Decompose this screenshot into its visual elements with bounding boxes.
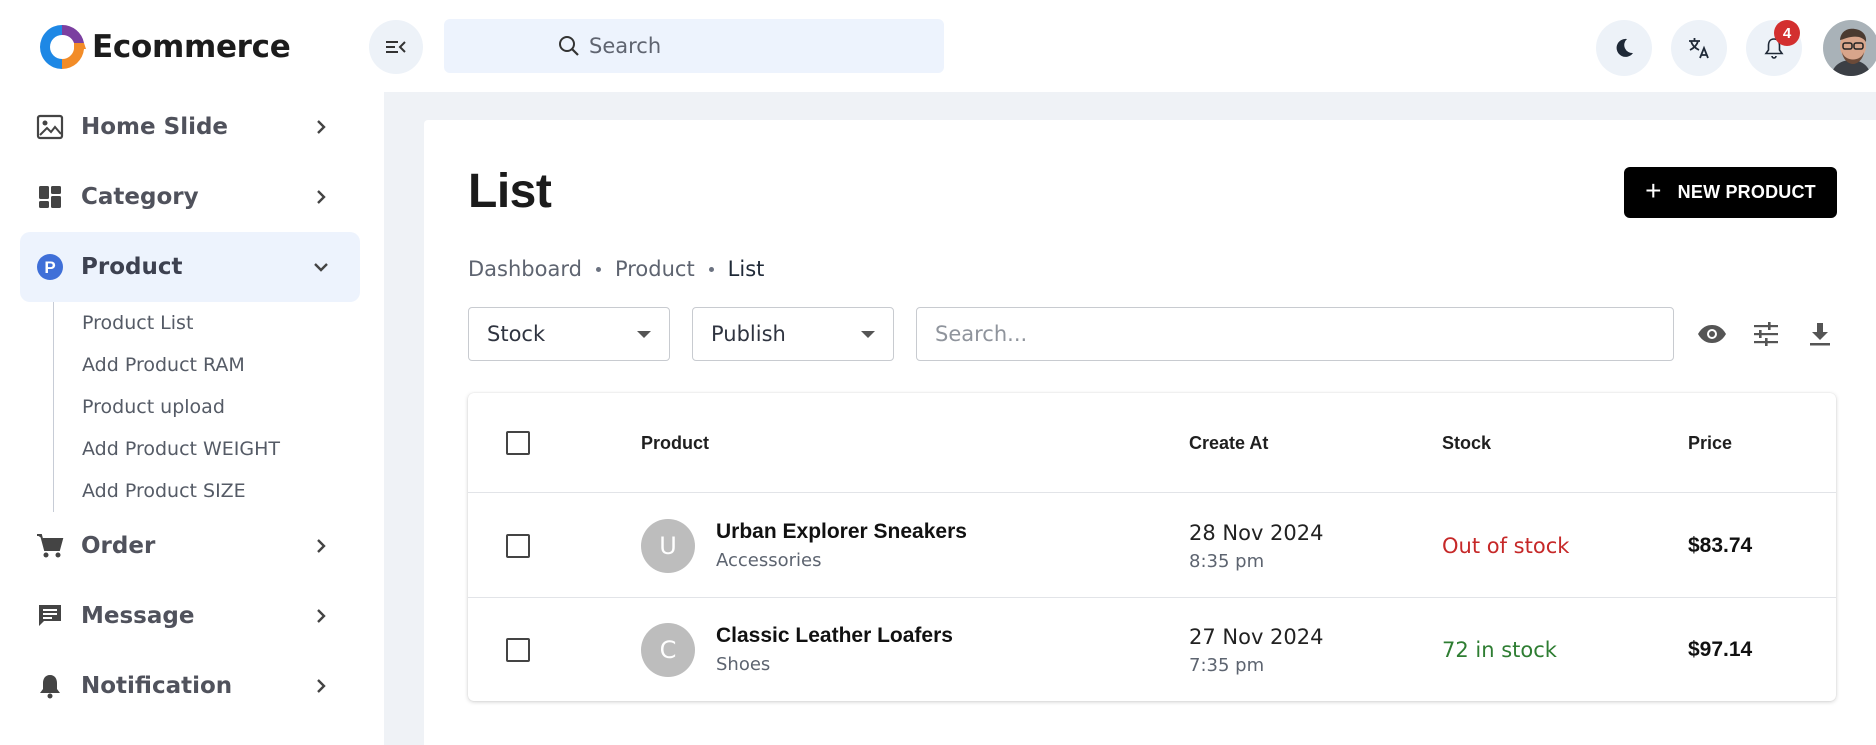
sidebar-item-order[interactable]: Order [20,511,360,581]
export-button[interactable] [1804,318,1836,350]
tune-icon [1754,322,1778,346]
table-row[interactable]: U Urban Explorer Sneakers Accessories 28… [468,494,1836,598]
submenu-product-list[interactable]: Product List [54,302,353,344]
product-name[interactable]: Urban Explorer Sneakers [716,520,967,544]
stock-filter-value: Stock [487,322,546,346]
created-time: 7:35 pm [1189,655,1265,676]
product-p-icon: P [36,253,64,281]
chat-icon [36,602,64,630]
chevron-right-icon [317,679,326,693]
chevron-right-icon [317,609,326,623]
sidebar: Ecommerce Home Slide Category P Product … [0,0,384,745]
user-avatar-image [1823,20,1876,76]
notification-count-badge: 4 [1774,20,1800,46]
product-category: Shoes [716,654,771,675]
sidebar-item-product[interactable]: P Product [20,232,360,302]
sidebar-item-message[interactable]: Message [20,581,360,651]
chevron-right-icon [317,190,326,204]
breadcrumb-product[interactable]: Product [615,257,695,281]
sidebar-item-label: Message [81,603,195,629]
user-avatar[interactable] [1823,20,1876,76]
row-checkbox[interactable] [506,638,530,662]
theme-toggle-button[interactable] [1596,20,1652,76]
chevron-right-icon [317,120,326,134]
columns-visibility-button[interactable] [1696,318,1728,350]
publish-filter-value: Publish [711,322,786,346]
product-name[interactable]: Classic Leather Loafers [716,624,953,648]
dashboard-icon [36,183,64,211]
stock-status: Out of stock [1442,534,1570,558]
page-title: List [468,165,552,218]
dropdown-caret-icon [861,331,875,338]
sidebar-item-label: Notification [81,673,233,699]
filters-button[interactable] [1750,318,1782,350]
created-time: 8:35 pm [1189,551,1265,572]
product-avatar: C [641,623,695,677]
translate-icon [1689,38,1709,59]
table-row[interactable]: C Classic Leather Loafers Shoes 27 Nov 2… [468,598,1836,701]
sidebar-item-home-slide[interactable]: Home Slide [20,92,360,162]
sidebar-toggle-button[interactable] [369,20,423,74]
menu-collapse-icon [386,41,406,53]
moon-icon [1616,38,1633,57]
breadcrumb: Dashboard Product List [468,257,764,281]
breadcrumb-separator [595,266,601,272]
brand[interactable]: Ecommerce [34,20,291,74]
chevron-right-icon [317,539,326,553]
breadcrumb-separator [708,266,714,272]
image-icon [36,113,64,141]
submenu-add-product-ram[interactable]: Add Product RAM [54,344,353,386]
table-header: Product Create At Stock Price [468,393,1836,493]
product-price: $97.14 [1688,638,1753,661]
column-header-price[interactable]: Price [1688,433,1732,454]
breadcrumb-dashboard[interactable]: Dashboard [468,257,582,281]
product-avatar: U [641,519,695,573]
language-button[interactable] [1671,20,1727,76]
dropdown-caret-icon [637,331,651,338]
brand-logo-icon [40,24,86,70]
table-search-input[interactable]: Search... [916,307,1674,361]
select-all-checkbox[interactable] [506,431,530,455]
product-price: $83.74 [1688,534,1753,557]
product-category: Accessories [716,550,822,571]
chevron-down-icon [314,263,328,272]
column-header-stock[interactable]: Stock [1442,433,1491,454]
new-product-label: NEW PRODUCT [1677,182,1816,202]
plus-icon: + [1645,175,1662,206]
products-table: Product Create At Stock Price U Urban Ex… [468,393,1836,701]
created-date: 28 Nov 2024 [1189,521,1324,545]
stock-status: 72 in stock [1442,638,1557,662]
row-checkbox[interactable] [506,534,530,558]
search-icon [559,36,579,56]
new-product-button[interactable]: + NEW PRODUCT [1624,167,1837,218]
download-icon [1810,323,1830,346]
submenu-add-product-size[interactable]: Add Product SIZE [54,470,353,512]
eye-icon [1698,325,1726,343]
table-search-placeholder: Search... [935,322,1028,346]
product-submenu: Product List Add Product RAM Product upl… [53,302,353,512]
submenu-product-upload[interactable]: Product upload [54,386,353,428]
column-header-create-at[interactable]: Create At [1189,433,1268,454]
sidebar-item-label: Order [81,533,156,559]
svg-text:P: P [44,258,55,277]
stock-filter-select[interactable]: Stock [468,307,670,361]
cart-icon [36,532,64,560]
submenu-add-product-weight[interactable]: Add Product WEIGHT [54,428,353,470]
global-search-placeholder: Search [589,34,662,58]
sidebar-item-label: Category [81,184,199,210]
column-header-product[interactable]: Product [641,433,709,454]
created-date: 27 Nov 2024 [1189,625,1324,649]
brand-name: Ecommerce [92,29,291,65]
notifications-button[interactable]: 4 [1746,20,1802,76]
global-search-input[interactable]: Search [444,19,944,73]
sidebar-item-category[interactable]: Category [20,162,360,232]
sidebar-item-label: Home Slide [81,114,229,140]
sidebar-item-label: Product [81,254,183,280]
sidebar-item-notification[interactable]: Notification [20,651,360,721]
bell-icon [36,672,64,700]
breadcrumb-current: List [727,257,765,281]
publish-filter-select[interactable]: Publish [692,307,894,361]
